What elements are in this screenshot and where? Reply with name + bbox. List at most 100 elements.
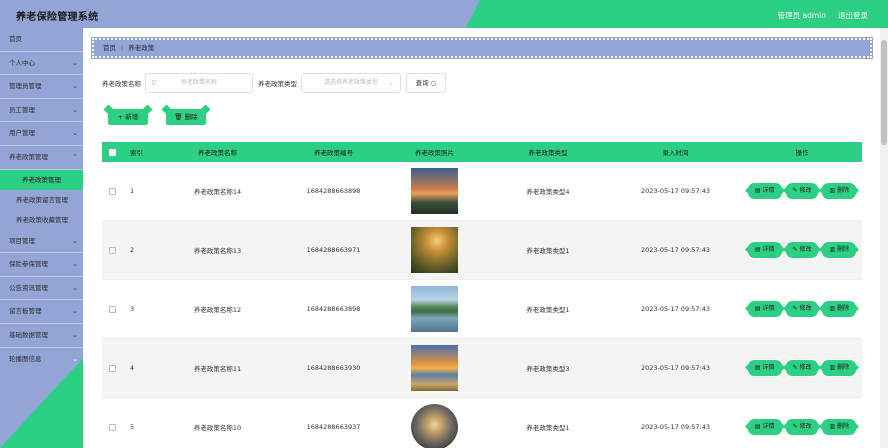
edit-button[interactable]: ✎ 修改 [784,241,820,259]
sidebar-item-label: 留言板管理 [9,307,42,316]
policy-type-select[interactable]: 请选择养老政策类型 ⌄ [301,73,401,93]
col-code: 养老政策编号 [314,149,353,157]
query-label: 查询 [415,79,429,87]
row-ops: ▤ 详情 ✎ 修改 ▥ 删除 [742,418,862,436]
edit-label: 修改 [799,187,812,194]
sidebar-item-message-board[interactable]: 留言板管理 ⌄ [0,300,83,324]
breadcrumb-home[interactable]: 首页 [103,44,116,52]
policy-photo[interactable] [411,227,458,273]
row-index: 5 [130,423,135,431]
row-time: 2023-05-17 09:57:43 [640,246,711,254]
delete-button[interactable]: ▥ 删除 [821,182,858,200]
chevron-down-icon: ⌄ [72,236,78,245]
row-index: 1 [130,187,135,195]
query-button[interactable]: 查询 ○ [406,73,446,93]
row-photo-cell [382,286,487,332]
row-photo-cell [382,227,487,273]
scrollbar-thumb[interactable] [881,40,887,145]
edit-button[interactable]: ✎ 修改 [784,359,820,377]
row-checkbox[interactable] [108,423,116,431]
edit-button[interactable]: ✎ 修改 [784,418,820,436]
row-select-cell [102,305,122,313]
sidebar-item-carousel[interactable]: 轮播图信息 ⌄ [0,348,83,372]
col-index: 索引 [130,149,143,157]
select-all-cell [102,148,122,156]
detail-label: 详情 [762,364,775,371]
sidebar-subitem-policy-messages[interactable]: 养老政策留言管理 [0,190,83,210]
breadcrumb: 首页 | 养老政策 [91,37,873,59]
policy-photo[interactable] [411,286,458,332]
row-checkbox[interactable] [108,246,116,254]
edit-button[interactable]: ✎ 修改 [784,182,820,200]
detail-button[interactable]: ▤ 详情 [746,241,783,259]
page-scrollbar[interactable] [880,28,888,448]
sidebar-item-admin[interactable]: 管理员管理 ⌄ [0,75,83,99]
document-icon: ▤ [754,305,761,312]
row-checkbox[interactable] [108,187,116,195]
document-icon: ▤ [754,246,761,253]
table-row: 3 养老政策名称12 1684288663898 养老政策类型1 2023-05… [102,280,862,339]
table-row: 1 养老政策名称14 1684288663898 养老政策类型4 2023-05… [102,162,862,221]
sidebar-item-label: 公告资讯管理 [9,283,48,292]
row-name: 养老政策名称13 [193,247,242,255]
row-time: 2023-05-17 09:57:43 [640,305,711,313]
row-code: 1684288663937 [306,423,361,431]
sidebar-item-projects[interactable]: 项目管理 ⌄ [0,230,83,254]
row-index: 2 [130,246,135,254]
policy-photo[interactable] [411,345,458,391]
chevron-down-icon: ⌄ [72,260,78,269]
policy-name-input[interactable]: ⚲ 养老政策名称 [145,73,253,93]
row-checkbox[interactable] [108,364,116,372]
detail-button[interactable]: ▤ 详情 [746,418,783,436]
sidebar-item-announcements[interactable]: 公告资讯管理 ⌄ [0,277,83,301]
chevron-down-icon: ⌄ [388,79,394,87]
delete-button[interactable]: ▥ 删除 [821,300,858,318]
sidebar-item-users[interactable]: 用户管理 ⌄ [0,122,83,146]
edit-icon: ✎ [792,305,798,312]
trash-icon: ▥ [829,364,836,371]
delete-button[interactable]: ▥ 删除 [821,359,858,377]
chevron-down-icon: ⌄ [72,82,78,91]
sidebar-item-label: 项目管理 [9,236,35,245]
policy-photo[interactable] [411,404,458,448]
logout-link[interactable]: 退出登录 [838,10,868,21]
admin-label: 管理员 admin [777,11,826,20]
sidebar-subitem-policy[interactable]: 养老政策管理 [0,169,83,190]
sidebar-item-label: 保险参保管理 [9,260,48,269]
delete-button[interactable]: ▥ 删除 [821,418,858,436]
row-name: 养老政策名称11 [193,365,242,373]
detail-button[interactable]: ▤ 详情 [746,182,783,200]
bulk-delete-label: 删除 [184,113,198,121]
sidebar-item-basic-data[interactable]: 基础数据管理 ⌄ [0,324,83,348]
sidebar-subitem-policy-favorites[interactable]: 养老政策收藏管理 [0,210,83,230]
edit-button[interactable]: ✎ 修改 [784,300,820,318]
row-name: 养老政策名称12 [193,306,242,314]
select-all-checkbox[interactable] [108,148,116,156]
sidebar-item-home[interactable]: 首页 [0,28,83,52]
delete-button[interactable]: ▥ 删除 [821,241,858,259]
sidebar: 首页 个人中心 ⌄ 管理员管理 ⌄ 员工管理 ⌄ 用户管理 ⌄ 养老政策管理 ⌃ 养老政策… [0,28,83,448]
sidebar-item-personal-center[interactable]: 个人中心 ⌄ [0,52,83,76]
sidebar-item-policy[interactable]: 养老政策管理 ⌃ [0,146,83,170]
sidebar-item-insurance[interactable]: 保险参保管理 ⌄ [0,253,83,277]
sidebar-item-staff[interactable]: 员工管理 ⌄ [0,99,83,123]
delete-label: 删除 [837,305,850,312]
add-button[interactable]: + 新增 [107,108,149,126]
sidebar-item-label: 管理员管理 [9,82,42,91]
sidebar-item-label: 用户管理 [9,129,35,138]
detail-button[interactable]: ▤ 详情 [746,300,783,318]
row-checkbox[interactable] [108,305,116,313]
edit-icon: ✎ [792,364,798,371]
row-time: 2023-05-17 09:57:43 [640,364,711,372]
row-ops: ▤ 详情 ✎ 修改 ▥ 删除 [742,182,862,200]
bulk-delete-button[interactable]: 🗑 删除 [165,108,207,126]
detail-button[interactable]: ▤ 详情 [746,359,783,377]
policy-photo[interactable] [411,168,458,214]
table-row: 2 养老政策名称13 1684288663971 养老政策类型1 2023-05… [102,221,862,280]
edit-label: 修改 [799,423,812,430]
row-type: 养老政策类型3 [526,365,570,373]
col-name: 养老政策名称 [198,149,237,157]
row-type: 养老政策类型1 [526,306,570,314]
delete-label: 删除 [837,364,850,371]
edit-icon: ✎ [792,187,798,194]
